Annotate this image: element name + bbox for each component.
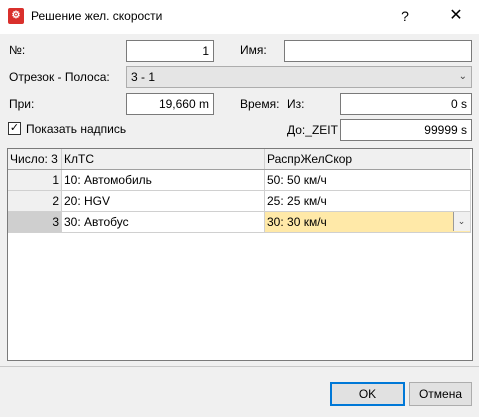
- vehicle-class-header[interactable]: КлТС: [61, 149, 265, 170]
- close-button[interactable]: ✕: [444, 5, 468, 27]
- divider: [0, 366, 479, 367]
- table-header: Число: 3 КлТС РаспрЖелСкор: [8, 149, 470, 170]
- name-label: Имя:: [240, 43, 267, 57]
- title-bar: ⚙ Решение жел. скорости ? ✕: [0, 0, 479, 34]
- vehicle-speed-table: Число: 3 КлТС РаспрЖелСкор 1 10: Автомоб…: [7, 148, 473, 361]
- from-label: Из:: [287, 97, 305, 111]
- table-row[interactable]: 1 10: Автомобиль 50: 50 км/ч: [8, 169, 471, 191]
- app-icon-glyph: ⚙: [11, 10, 21, 21]
- number-label: №:: [9, 43, 26, 57]
- segment-label: Отрезок - Полоса:: [9, 70, 110, 84]
- row-number[interactable]: 1: [8, 169, 62, 191]
- speed-dist-header[interactable]: РаспрЖелСкор: [264, 149, 470, 170]
- name-field[interactable]: [284, 40, 472, 62]
- table-row[interactable]: 3 30: Автобус 30: 30 км/ч ⌄: [8, 211, 471, 233]
- speed-dist-cell[interactable]: 50: 50 км/ч: [264, 169, 471, 191]
- segment-value: 3 - 1: [131, 70, 156, 84]
- table-row[interactable]: 2 20: HGV 25: 25 км/ч: [8, 190, 471, 212]
- count-header[interactable]: Число: 3: [8, 149, 62, 170]
- vehicle-class-cell[interactable]: 20: HGV: [61, 190, 265, 212]
- row-number[interactable]: 2: [8, 190, 62, 212]
- speed-dist-value: 30: 30 км/ч: [267, 215, 327, 229]
- vehicle-class-cell[interactable]: 30: Автобус: [61, 211, 265, 233]
- show-label-checkbox[interactable]: ✓: [8, 122, 21, 135]
- help-button[interactable]: ?: [393, 6, 417, 26]
- at-label: При:: [9, 97, 35, 111]
- row-number[interactable]: 3: [8, 211, 62, 233]
- window-title: Решение жел. скорости: [31, 9, 163, 23]
- chevron-down-icon: ⌄: [458, 71, 467, 82]
- time-label: Время:: [240, 97, 280, 111]
- chevron-down-icon[interactable]: ⌄: [452, 212, 470, 231]
- show-label-text: Показать надпись: [26, 122, 127, 136]
- app-icon: ⚙: [8, 8, 24, 24]
- speed-dist-cell[interactable]: 25: 25 км/ч: [264, 190, 471, 212]
- speed-dist-edit-cell[interactable]: 30: 30 км/ч ⌄: [264, 211, 471, 233]
- from-field[interactable]: 0 s: [340, 93, 472, 115]
- to-label: До:_ZEIT: [287, 123, 338, 137]
- cancel-button[interactable]: Отмена: [409, 382, 472, 406]
- segment-select[interactable]: 3 - 1 ⌄: [126, 66, 472, 88]
- to-field[interactable]: 99999 s: [340, 119, 472, 141]
- at-field[interactable]: 19,660 m: [126, 93, 214, 115]
- number-field[interactable]: 1: [126, 40, 214, 62]
- ok-button[interactable]: OK: [330, 382, 405, 406]
- vehicle-class-cell[interactable]: 10: Автомобиль: [61, 169, 265, 191]
